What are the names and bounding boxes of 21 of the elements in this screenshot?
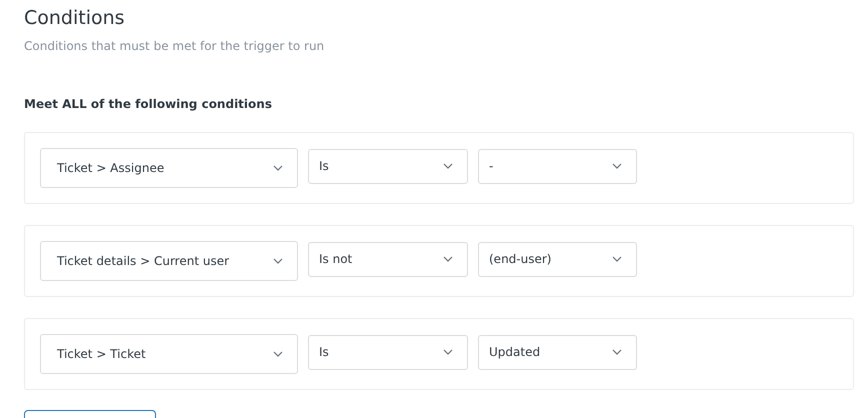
- operator-select[interactable]: Is: [308, 334, 468, 370]
- chevron-down-icon: [443, 256, 453, 262]
- operator-select[interactable]: Is: [308, 148, 468, 184]
- chevron-down-icon: [443, 163, 453, 169]
- field-select[interactable]: Ticket details > Current user: [40, 241, 298, 281]
- chevron-down-icon: [273, 165, 283, 171]
- chevron-down-icon: [443, 349, 453, 355]
- chevron-down-icon: [612, 163, 622, 169]
- section-description: Conditions that must be met for the trigger to run: [24, 38, 326, 54]
- chevron-down-icon: [612, 256, 622, 262]
- field-select[interactable]: Ticket > Assignee: [40, 148, 298, 188]
- chevron-down-icon: [612, 349, 622, 355]
- value-select[interactable]: -: [478, 148, 637, 184]
- chevron-down-icon: [273, 258, 283, 264]
- section-title: Conditions: [24, 6, 126, 31]
- field-select[interactable]: Ticket > Ticket: [40, 334, 298, 374]
- value-select[interactable]: (end-user): [478, 242, 637, 276]
- value-select[interactable]: Updated: [478, 334, 637, 370]
- group-heading: Meet ALL of the following conditions: [24, 96, 273, 112]
- chevron-down-icon: [273, 351, 283, 357]
- operator-select[interactable]: Is not: [308, 242, 468, 276]
